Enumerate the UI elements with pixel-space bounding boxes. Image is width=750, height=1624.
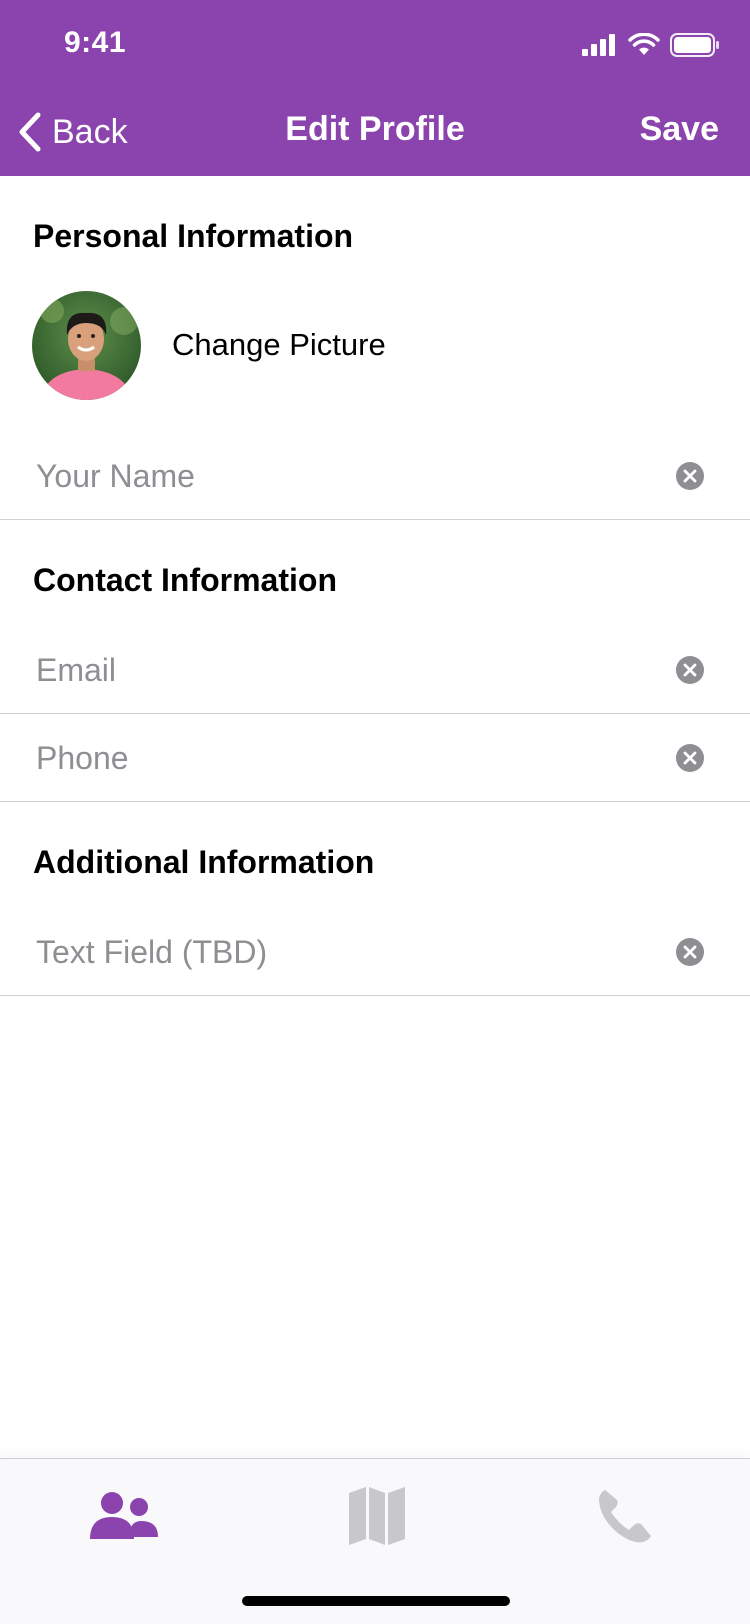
additional-text-input[interactable] [36,930,656,974]
email-field-row [0,626,750,714]
wifi-icon [628,33,660,55]
people-icon [90,1492,158,1539]
save-button[interactable]: Save [640,110,719,149]
tab-map[interactable] [332,1479,422,1553]
home-indicator [242,1596,510,1606]
tab-people[interactable] [79,1479,169,1553]
avatar[interactable] [32,291,141,400]
name-field-row [0,432,750,520]
edit-profile-screen: 9:41 Back Edit Profile Save Personal Inf… [0,0,750,1624]
signal-icon [582,34,615,56]
avatar-image [32,291,141,400]
change-picture-button[interactable]: Change Picture [172,327,386,363]
clear-icon[interactable] [676,938,704,966]
clear-icon[interactable] [676,744,704,772]
status-icons [582,30,720,60]
battery-icon [670,33,719,57]
additional-information-heading: Additional Information [33,844,375,880]
clear-icon[interactable] [676,656,704,684]
personal-information-heading: Personal Information [33,218,354,254]
clear-icon[interactable] [676,462,704,490]
contact-information-heading: Contact Information [33,562,337,598]
phone-field-row [0,714,750,802]
status-time: 9:41 [64,26,127,59]
phone-input[interactable] [36,736,656,780]
name-input[interactable] [36,454,656,498]
navigation-header: 9:41 Back Edit Profile Save [0,0,750,176]
email-input[interactable] [36,648,656,692]
page-title: Edit Profile [285,110,465,148]
map-icon [349,1487,405,1545]
tab-phone[interactable] [580,1479,670,1553]
text-field-row [0,908,750,996]
phone-icon [599,1490,651,1543]
